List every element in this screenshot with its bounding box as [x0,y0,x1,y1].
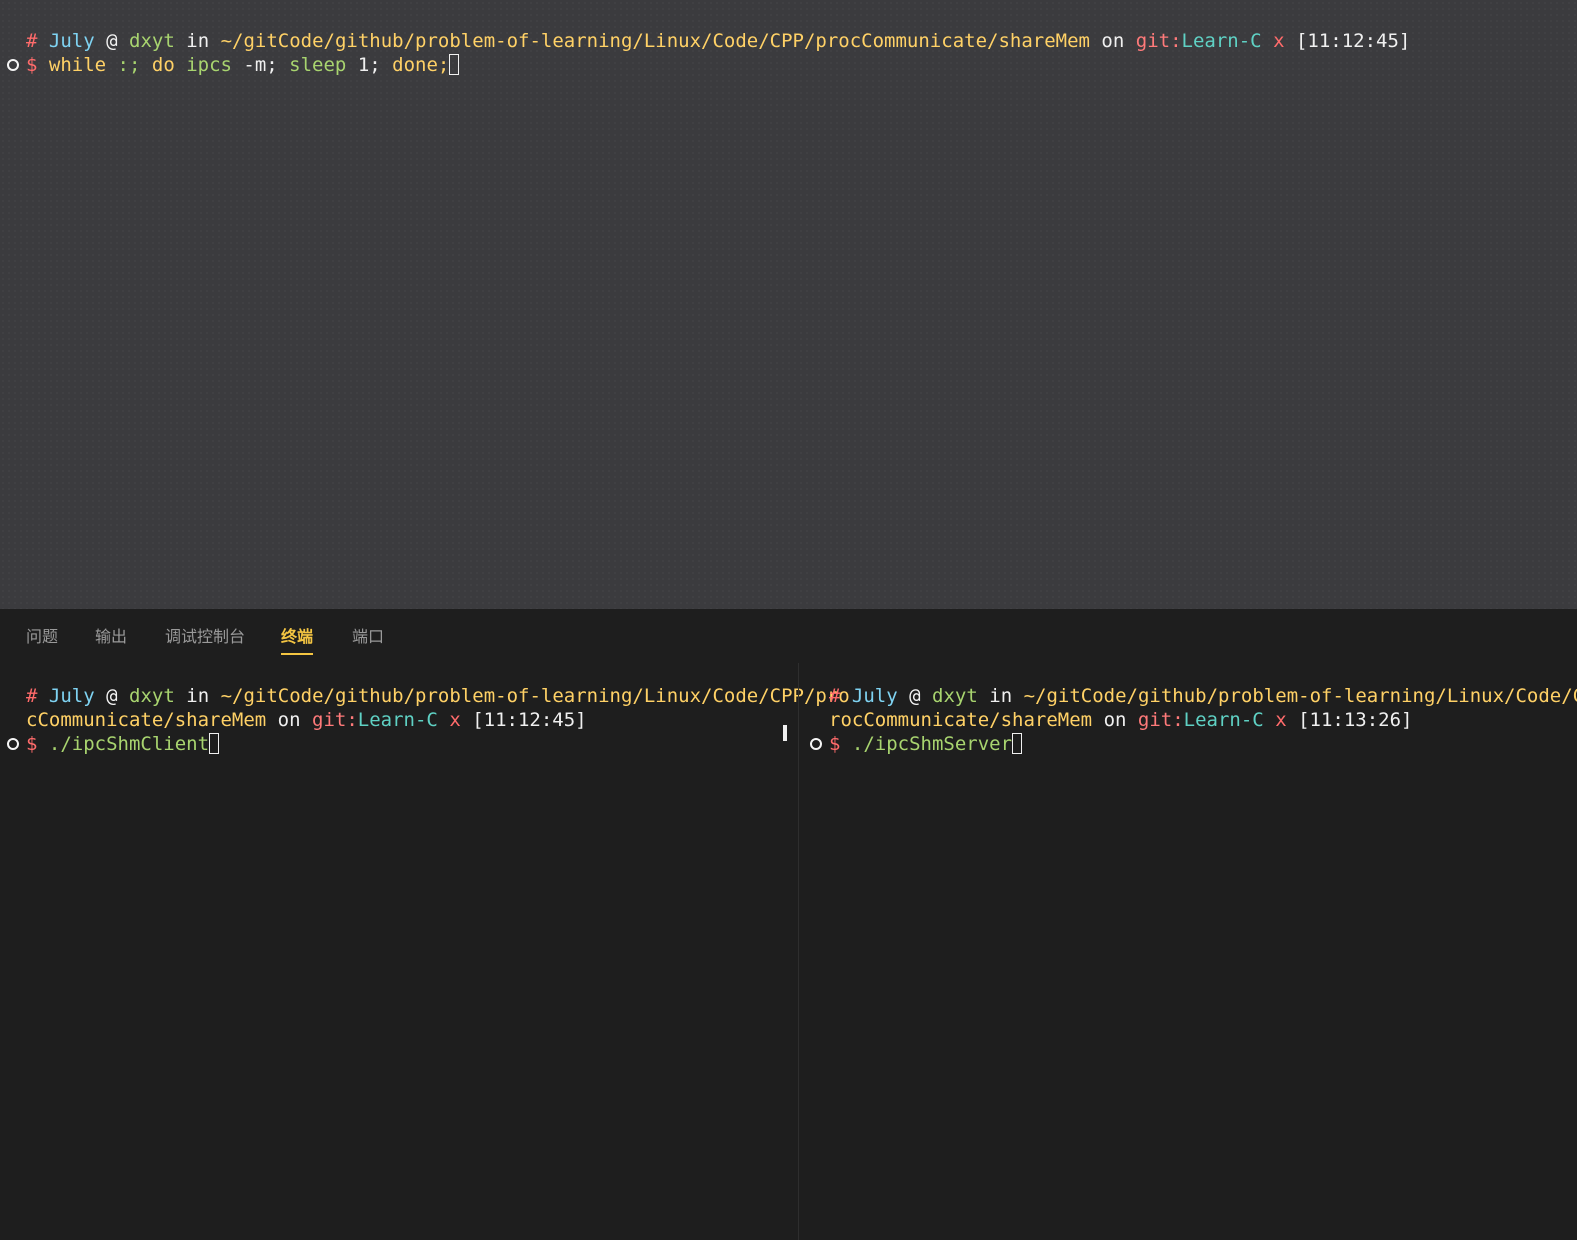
command-line[interactable]: $ while :; do ipcs -m; sleep 1; done; [26,53,460,77]
cmd-number: 1; [346,54,381,76]
panel-tabs: 问题 输出 调试控制台 终端 端口 [0,609,1577,663]
cmd-ipcs: ipcs [174,54,232,76]
cmd-sleep: sleep [277,54,347,76]
tab-terminal[interactable]: 终端 [281,623,314,655]
prompt-host: dxyt [129,30,175,52]
prompt-user: July [48,685,95,707]
prompt-path: ~/gitCode/github/problem-of-learning/Lin… [1023,685,1577,707]
command-text: ./ipcShmClient [48,733,210,755]
split-divider[interactable] [798,663,799,1240]
command-status-icon[interactable] [7,738,19,750]
prompt-hash: # [26,30,38,52]
prompt-host: dxyt [129,685,175,707]
prompt-in: in [186,30,210,52]
prompt-branch: Learn-C [1181,30,1262,52]
tab-ports[interactable]: 端口 [352,623,384,653]
prompt-at: @ [106,30,118,52]
prompt-on: on [1103,709,1127,731]
prompt-git: git: [1137,709,1184,731]
bottom-panel: 问题 输出 调试控制台 终端 端口 # July @ dxyt in ~/git… [0,609,1577,1240]
prompt-line-continued: cCommunicate/shareMem on git:Learn-C x [… [26,708,587,732]
resize-handle[interactable] [783,725,787,741]
cmd-colon: :; [106,54,141,76]
cmd-while: while [48,54,107,76]
prompt-line: # July @ dxyt in ~/gitCode/github/proble… [26,29,1410,53]
command-text: ./ipcShmServer [851,733,1013,755]
prompt-branch: Learn-C [1183,709,1264,731]
cmd-done: done; [380,54,450,76]
prompt-line-continued: rocCommunicate/shareMem on git:Learn-C x… [829,708,1413,732]
prompt-line: # July @ dxyt in ~/gitCode/github/proble… [26,684,850,708]
prompt-host: dxyt [932,685,978,707]
tab-problems[interactable]: 问题 [26,623,58,653]
prompt-path-continued: rocCommunicate/shareMem [829,709,1093,731]
prompt-line: # July @ dxyt in ~/gitCode/github/proble… [829,684,1577,708]
prompt-dirty: x [1275,709,1287,731]
prompt-git: git: [312,709,358,731]
prompt-branch: Learn-C [357,709,438,731]
dollar-sign: $ [26,54,38,76]
prompt-path: ~/gitCode/github/problem-of-learning/Lin… [220,30,1090,52]
prompt-path: ~/gitCode/github/problem-of-learning/Lin… [220,685,850,707]
command-line[interactable]: $ ./ipcShmClient [26,732,220,756]
prompt-in: in [989,685,1013,707]
prompt-dirty: x [449,709,461,731]
prompt-path-continued: cCommunicate/shareMem [26,709,267,731]
prompt-time: [11:12:45] [472,709,587,731]
prompt-user: July [48,30,95,52]
dollar-sign: $ [26,733,38,755]
prompt-hash: # [829,685,841,707]
text-cursor [1012,733,1023,754]
prompt-hash: # [26,685,38,707]
cmd-do: do [140,54,175,76]
prompt-at: @ [106,685,118,707]
prompt-on: on [277,709,301,731]
cmd-flag: -m; [231,54,278,76]
text-cursor [449,54,460,75]
tab-output[interactable]: 输出 [95,623,127,653]
prompt-at: @ [909,685,921,707]
prompt-in: in [186,685,210,707]
prompt-time: [11:13:26] [1298,709,1413,731]
tab-debug-console[interactable]: 调试控制台 [165,623,245,653]
prompt-dirty: x [1273,30,1285,52]
top-terminal[interactable]: # July @ dxyt in ~/gitCode/github/proble… [0,0,1577,609]
prompt-on: on [1101,30,1125,52]
command-line[interactable]: $ ./ipcShmServer [829,732,1023,756]
prompt-git: git: [1135,30,1182,52]
prompt-time: [11:12:45] [1295,30,1411,52]
prompt-user: July [851,685,898,707]
command-status-icon[interactable] [7,59,19,71]
command-status-icon[interactable] [810,738,822,750]
text-cursor [209,733,220,754]
dollar-sign: $ [829,733,841,755]
